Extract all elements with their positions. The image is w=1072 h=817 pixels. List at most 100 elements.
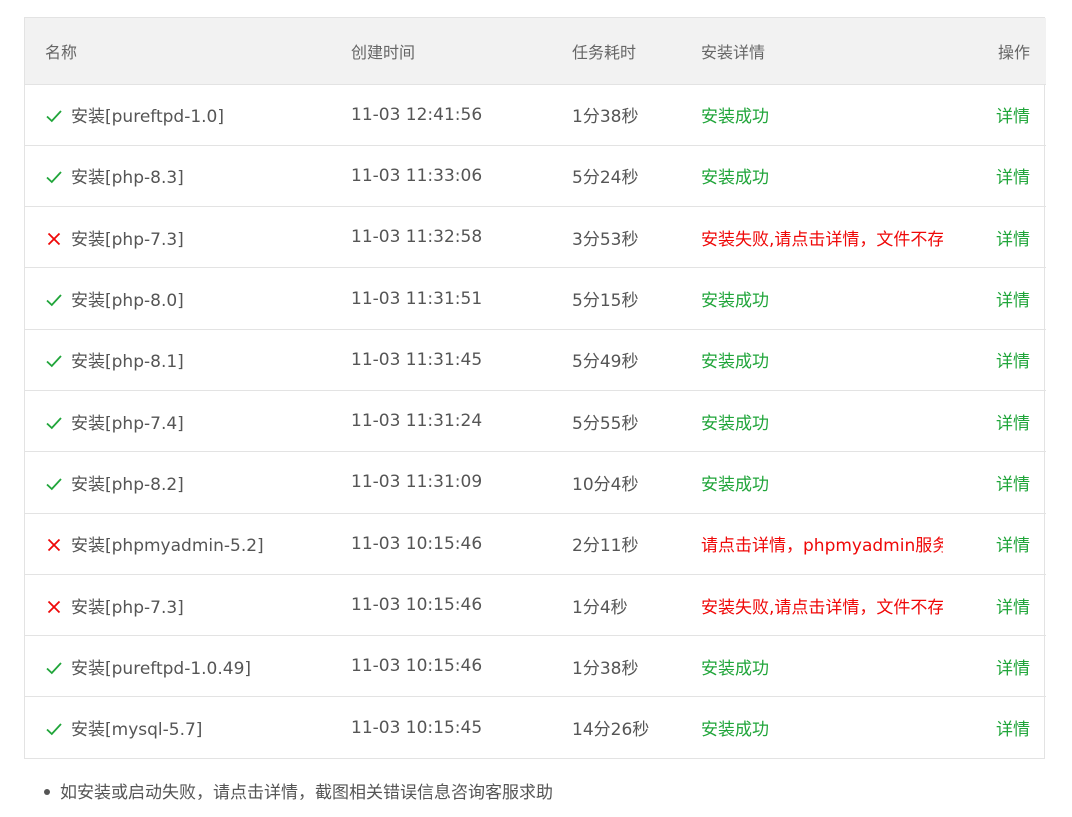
install-status-text: 安装成功 [701,658,769,679]
detail-link[interactable]: 详情 [996,291,1030,311]
install-status-text: 安装成功 [701,720,769,741]
close-icon [45,598,63,616]
task-name: 安装[php-8.3] [71,168,184,189]
check-icon [45,168,63,186]
cell-duration: 5分55秒 [572,413,639,434]
header-name: 名称 [45,42,78,62]
cell-name: 安装[php-8.1] [25,329,351,390]
task-name: 安装[php-8.2] [71,474,184,495]
cell-duration: 2分11秒 [572,536,639,557]
cell-created: 11-03 11:31:24 [351,411,483,432]
cell-created: 11-03 12:41:56 [351,104,483,125]
task-name: 安装[mysql-5.7] [71,720,203,741]
cell-action: 详情 [945,268,1046,329]
cell-detail: 安装成功 [701,390,945,451]
cell-action: 详情 [945,207,1046,268]
cell-action: 详情 [945,452,1046,513]
detail-link[interactable]: 详情 [996,536,1030,556]
header-detail: 安装详情 [701,42,766,62]
detail-link[interactable]: 详情 [996,107,1030,127]
cell-action: 详情 [945,145,1046,206]
close-icon [45,230,63,248]
header-duration: 任务耗时 [572,42,637,62]
table-row: 安装[php-8.1] 11-03 11:31:45 5分49秒 安装成功 详情 [25,329,1046,390]
detail-link[interactable]: 详情 [996,720,1030,740]
cell-detail: 请点击详情，phpmyadmin服务 [701,513,945,574]
header-created: 创建时间 [351,42,416,62]
cell-created: 11-03 11:31:09 [351,472,483,493]
cell-created: 11-03 11:31:51 [351,288,483,309]
cell-created: 11-03 11:33:06 [351,165,483,186]
help-note-text: 如安装或启动失败，请点击详情，截图相关错误信息咨询客服求助 [60,783,553,803]
cell-duration: 5分49秒 [572,352,639,373]
cell-created: 11-03 10:15:46 [351,533,483,554]
table-body: 安装[pureftpd-1.0] 11-03 12:41:56 1分38秒 安装成功详… [25,84,1046,758]
detail-link[interactable]: 详情 [996,352,1030,372]
table-row: 安装[php-7.4] 11-03 11:31:24 5分55秒 安装成功 详情 [25,390,1046,451]
install-log-table-container: 名称 创建时间 任务耗时 安装详情 操作 安装[pureftpd-1.0] 11-… [24,17,1046,760]
task-name: 安装[php-7.3] [71,597,184,618]
task-name: 安装[pureftpd-1.0.49] [71,658,252,679]
cell-duration: 3分53秒 [572,229,639,250]
cell-name: 安装[pureftpd-1.0.49] [25,636,351,697]
cell-name: 安装[php-7.4] [25,390,351,451]
cell-detail: 安装成功 [701,145,945,206]
cell-action: 详情 [945,636,1046,697]
table-header: 名称 创建时间 任务耗时 安装详情 操作 [25,18,1046,84]
cell-duration: 5分15秒 [572,291,639,312]
task-name: 安装[pureftpd-1.0] [71,107,225,128]
check-icon [45,475,63,493]
task-name: 安装[phpmyadmin-5.2] [71,536,264,557]
check-icon [45,720,63,738]
cell-detail: 安装成功 [701,452,945,513]
cell-detail: 安装成功 [701,697,945,758]
install-status-text: 安装失败,请点击详情，文件不存 [701,597,943,618]
table-row: 安装[pureftpd-1.0] 11-03 12:41:56 1分38秒 安装成功 详… [25,84,1046,145]
help-note: 如安装或启动失败，请点击详情，截图相关错误信息咨询客服求助 [44,778,553,803]
install-status-text: 安装成功 [701,291,769,312]
table-row: 安装[mysql-5.7] 11-03 10:15:45 14分26秒 安装成功 详情 [25,696,1046,758]
cell-name: 安装[php-7.3] [25,574,351,635]
table-row: 安装[php-8.3] 11-03 11:33:06 5分24秒 安装成功 详情 [25,145,1046,206]
cell-name: 安装[pureftpd-1.0] [25,84,351,145]
cell-action: 详情 [945,513,1046,574]
cell-action: 详情 [945,84,1046,145]
install-status-text: 请点击详情，phpmyadmin服务 [701,536,943,557]
install-log-table: 名称 创建时间 任务耗时 安装详情 操作 安装[pureftpd-1.0] 11-… [25,18,1046,758]
cell-created: 11-03 10:15:46 [351,656,483,677]
check-icon [45,659,63,677]
table-row: 安装[phpmyadmin-5.2] 11-03 10:15:46 2分11秒 请点击… [25,513,1046,574]
cell-detail: 安装成功 [701,636,945,697]
detail-link[interactable]: 详情 [996,475,1030,495]
detail-link[interactable]: 详情 [996,659,1030,679]
table-row: 安装[php-7.3] 11-03 11:32:58 3分53秒 安装失败,请点击详情… [25,206,1046,268]
table-row: 安装[php-7.3] 11-03 10:15:46 1分4秒 安装失败,请点击详情，… [25,574,1046,635]
bullet-icon [44,788,50,795]
cell-action: 详情 [945,697,1046,758]
cell-duration: 14分26秒 [572,720,650,741]
check-icon [45,107,63,125]
detail-link[interactable]: 详情 [996,168,1030,188]
close-icon [45,536,63,554]
cell-detail: 安装失败,请点击详情，文件不存 [701,574,945,635]
cell-action: 详情 [945,329,1046,390]
table-header-row: 名称 创建时间 任务耗时 安装详情 操作 [25,18,1046,84]
cell-duration: 1分38秒 [572,658,639,679]
install-status-text: 安装成功 [701,413,769,434]
cell-action: 详情 [945,390,1046,451]
cell-duration: 10分4秒 [572,474,639,495]
task-name: 安装[php-8.1] [71,352,184,373]
detail-link[interactable]: 详情 [996,230,1030,250]
cell-duration: 1分4秒 [572,597,628,618]
cell-name: 安装[php-8.2] [25,452,351,513]
cell-duration: 1分38秒 [572,107,639,128]
install-status-text: 安装成功 [701,474,769,495]
table-row: 安装[php-8.0] 11-03 11:31:51 5分15秒 安装成功 详情 [25,267,1046,329]
cell-name: 安装[php-8.0] [25,268,351,329]
cell-created: 11-03 10:15:45 [351,717,483,738]
cell-created: 11-03 11:31:45 [351,349,483,370]
detail-link[interactable]: 详情 [996,598,1030,618]
cell-action: 详情 [945,574,1046,635]
detail-link[interactable]: 详情 [996,414,1030,434]
cell-detail: 安装失败,请点击详情，文件不存 [701,207,945,268]
